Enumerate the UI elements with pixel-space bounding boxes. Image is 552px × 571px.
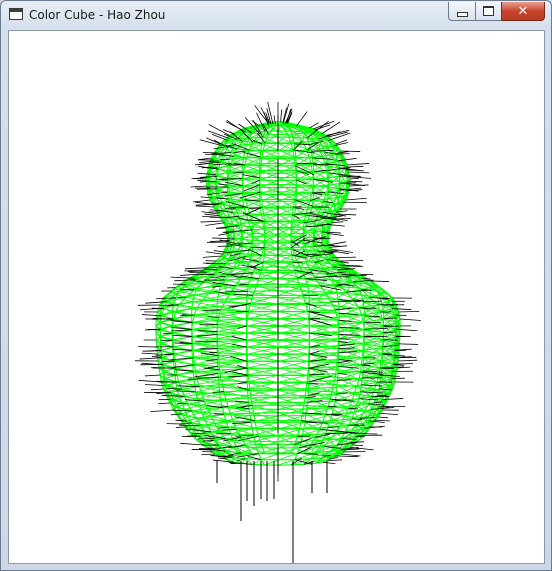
window-title: Color Cube - Hao Zhou (29, 8, 166, 22)
maximize-icon (483, 6, 494, 16)
window-controls: ✕ (448, 2, 545, 21)
title-bar[interactable]: Color Cube - Hao Zhou ✕ (1, 1, 551, 29)
minimize-icon (456, 11, 468, 17)
app-window-icon[interactable] (9, 8, 23, 20)
minimize-button[interactable] (448, 2, 475, 21)
app-window: Color Cube - Hao Zhou ✕ (0, 0, 552, 571)
close-icon: ✕ (517, 3, 529, 19)
wireframe-render (134, 101, 421, 563)
maximize-button[interactable] (475, 2, 501, 21)
close-button[interactable]: ✕ (501, 2, 545, 21)
render-viewport[interactable] (8, 30, 545, 564)
